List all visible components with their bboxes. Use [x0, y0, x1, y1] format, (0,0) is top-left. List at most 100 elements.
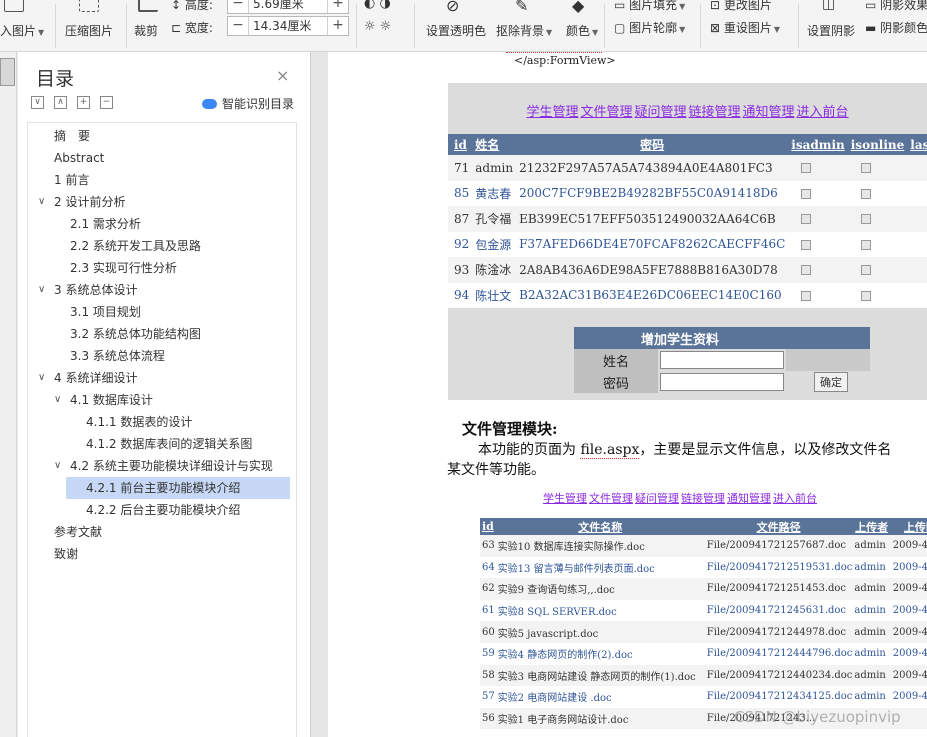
crop-button[interactable]: 裁剪: [134, 22, 158, 39]
checkbox[interactable]: [860, 239, 871, 250]
student-admin-image[interactable]: 学生管理 文件管理 疑问管理 链接管理 通知管理 进入前台 id 姓名 密码 isadmin is…: [448, 83, 927, 400]
name-input[interactable]: [660, 351, 784, 369]
code-fragment: </asp:FormView>: [514, 54, 616, 67]
chevron-down-icon[interactable]: ∨: [54, 455, 61, 477]
toc-rail-button[interactable]: [0, 58, 15, 86]
toc-item[interactable]: 4.1.2 数据库表间的逻辑关系图: [28, 433, 296, 455]
toc-item[interactable]: 4.2.2 后台主要功能模块介绍: [28, 499, 296, 521]
toc-item[interactable]: ∨ 4.1 数据库设计: [28, 389, 296, 411]
column-header[interactable]: isonline: [844, 134, 905, 155]
chevron-down-icon[interactable]: ∨: [38, 191, 45, 213]
column-header[interactable]: isadmin: [785, 134, 845, 155]
toc-item[interactable]: 致谢: [28, 543, 296, 565]
pane-splitter[interactable]: [310, 52, 328, 737]
toc-item[interactable]: 2.1 需求分析: [28, 213, 296, 235]
shadow-color-button[interactable]: ▬ 阴影颜色: [865, 19, 927, 36]
toc-item[interactable]: ∨ 4.2 系统主要功能模块详细设计与实现: [28, 455, 296, 477]
image-outline-button[interactable]: ▢ 图片轮廓 ▼: [614, 19, 685, 36]
nav-link[interactable]: 通知管理: [743, 105, 795, 120]
nav-link[interactable]: 链接管理: [689, 105, 741, 120]
toc-item[interactable]: 3.3 系统总体流程: [28, 345, 296, 367]
column-header[interactable]: 密码: [513, 134, 786, 155]
toc-item[interactable]: 2.2 系统开发工具及思路: [28, 235, 296, 257]
document-page[interactable]: </asp:FormView> 学生管理 文件管理 疑问管理 链接管理 通知管理 进入前台…: [328, 52, 927, 737]
checkbox[interactable]: [860, 265, 871, 276]
nav-link[interactable]: 进入前台: [773, 492, 817, 505]
nav-link[interactable]: 文件管理: [580, 105, 632, 120]
nav-link[interactable]: 通知管理: [727, 492, 771, 505]
column-header[interactable]: id: [480, 518, 496, 535]
table-cell: admin: [852, 621, 891, 643]
shadow-effect-button[interactable]: ▭ 阴影效果: [865, 0, 927, 13]
compress-image-button[interactable]: 压缩图片: [65, 22, 113, 39]
width-input[interactable]: 14.34厘米: [248, 17, 328, 35]
column-header[interactable]: 上传时: [890, 518, 927, 535]
insert-image-button[interactable]: 入图片 ▼: [0, 22, 44, 39]
checkbox[interactable]: [860, 214, 871, 225]
nav-link[interactable]: 疑问管理: [634, 105, 686, 120]
checkbox[interactable]: [860, 163, 871, 174]
width-stepper[interactable]: − 14.34厘米 +: [227, 16, 349, 36]
chevron-down-icon[interactable]: ∨: [38, 279, 45, 301]
contrast-icon[interactable]: ◐ ◑: [364, 0, 391, 11]
set-transparent-button[interactable]: 设置透明色: [426, 22, 486, 39]
ribbon-divider: [700, 4, 701, 48]
toc-item[interactable]: ∨ 2 设计前分析: [28, 191, 296, 213]
collapse-icon[interactable]: ∧: [54, 96, 67, 109]
nav-link[interactable]: 链接管理: [681, 492, 725, 505]
change-image-button[interactable]: ⊡ 更改图片: [710, 0, 772, 13]
toc-item[interactable]: 3.2 系统总体功能结构图: [28, 323, 296, 345]
password-input[interactable]: [660, 373, 784, 391]
expand-icon[interactable]: ∨: [31, 96, 44, 109]
toc-item[interactable]: ∨ 3 系统总体设计: [28, 279, 296, 301]
brightness-icon[interactable]: ☼ ☼: [364, 19, 391, 34]
close-icon[interactable]: ×: [276, 66, 289, 85]
width-increase-button[interactable]: +: [328, 17, 348, 35]
height-decrease-button[interactable]: −: [228, 0, 248, 13]
nav-link[interactable]: 疑问管理: [635, 492, 679, 505]
column-header[interactable]: 文件路径: [704, 518, 853, 535]
nav-link[interactable]: 学生管理: [526, 105, 578, 120]
height-stepper[interactable]: − 5.69厘米 +: [227, 0, 349, 14]
toc-item[interactable]: 摘 要: [28, 125, 296, 147]
column-header[interactable]: lastchatinfo: [904, 134, 927, 155]
color-button[interactable]: 颜色 ▼: [566, 22, 598, 39]
toc-item[interactable]: 1 前言: [28, 169, 296, 191]
checkbox[interactable]: [801, 188, 812, 199]
chevron-down-icon[interactable]: ∨: [54, 389, 61, 411]
checkbox[interactable]: [860, 290, 871, 301]
column-header[interactable]: 姓名: [469, 134, 514, 155]
toc-item[interactable]: 参考文献: [28, 521, 296, 543]
column-header[interactable]: 上传者: [852, 518, 891, 535]
checkbox[interactable]: [801, 163, 812, 174]
add-icon[interactable]: +: [77, 96, 90, 109]
height-increase-button[interactable]: +: [328, 0, 348, 13]
toc-item[interactable]: ∨ 4 系统详细设计: [28, 367, 296, 389]
width-decrease-button[interactable]: −: [228, 17, 248, 35]
confirm-button[interactable]: 确定: [814, 372, 848, 392]
nav-link[interactable]: 进入前台: [797, 105, 849, 120]
toc-item[interactable]: 4.1.1 数据表的设计: [28, 411, 296, 433]
nav-link[interactable]: 学生管理: [543, 492, 587, 505]
chevron-down-icon[interactable]: ∨: [38, 367, 45, 389]
height-input[interactable]: 5.69厘米: [248, 0, 328, 13]
reset-size-button[interactable]: ⊠ 重设图片 ▼: [710, 19, 780, 36]
checkbox[interactable]: [801, 290, 812, 301]
image-fill-button[interactable]: ▭ 图片填充 ▼: [614, 0, 685, 13]
set-shadow-button[interactable]: 设置阴影: [807, 22, 855, 39]
checkbox[interactable]: [801, 239, 812, 250]
checkbox[interactable]: [860, 188, 871, 199]
column-header[interactable]: 文件名称: [495, 518, 705, 535]
remove-bg-button[interactable]: 抠除背景 ▼: [496, 22, 552, 39]
toc-item[interactable]: 4.2.1 前台主要功能模块介绍: [66, 477, 290, 499]
column-header[interactable]: id: [448, 134, 470, 155]
toc-item[interactable]: 2.3 实现可行性分析: [28, 257, 296, 279]
remove-icon[interactable]: −: [100, 96, 113, 109]
smart-toc-button[interactable]: 智能识别目录: [202, 95, 294, 112]
toc-item[interactable]: 3.1 项目规划: [28, 301, 296, 323]
toc-item[interactable]: Abstract: [28, 147, 296, 169]
nav-link[interactable]: 文件管理: [589, 492, 633, 505]
checkbox[interactable]: [801, 265, 812, 276]
checkbox[interactable]: [801, 214, 812, 225]
file-admin-image[interactable]: 学生管理 文件管理 疑问管理 链接管理 通知管理 进入前台 id 文件名称 文件路径 上传者 上传…: [480, 480, 927, 737]
